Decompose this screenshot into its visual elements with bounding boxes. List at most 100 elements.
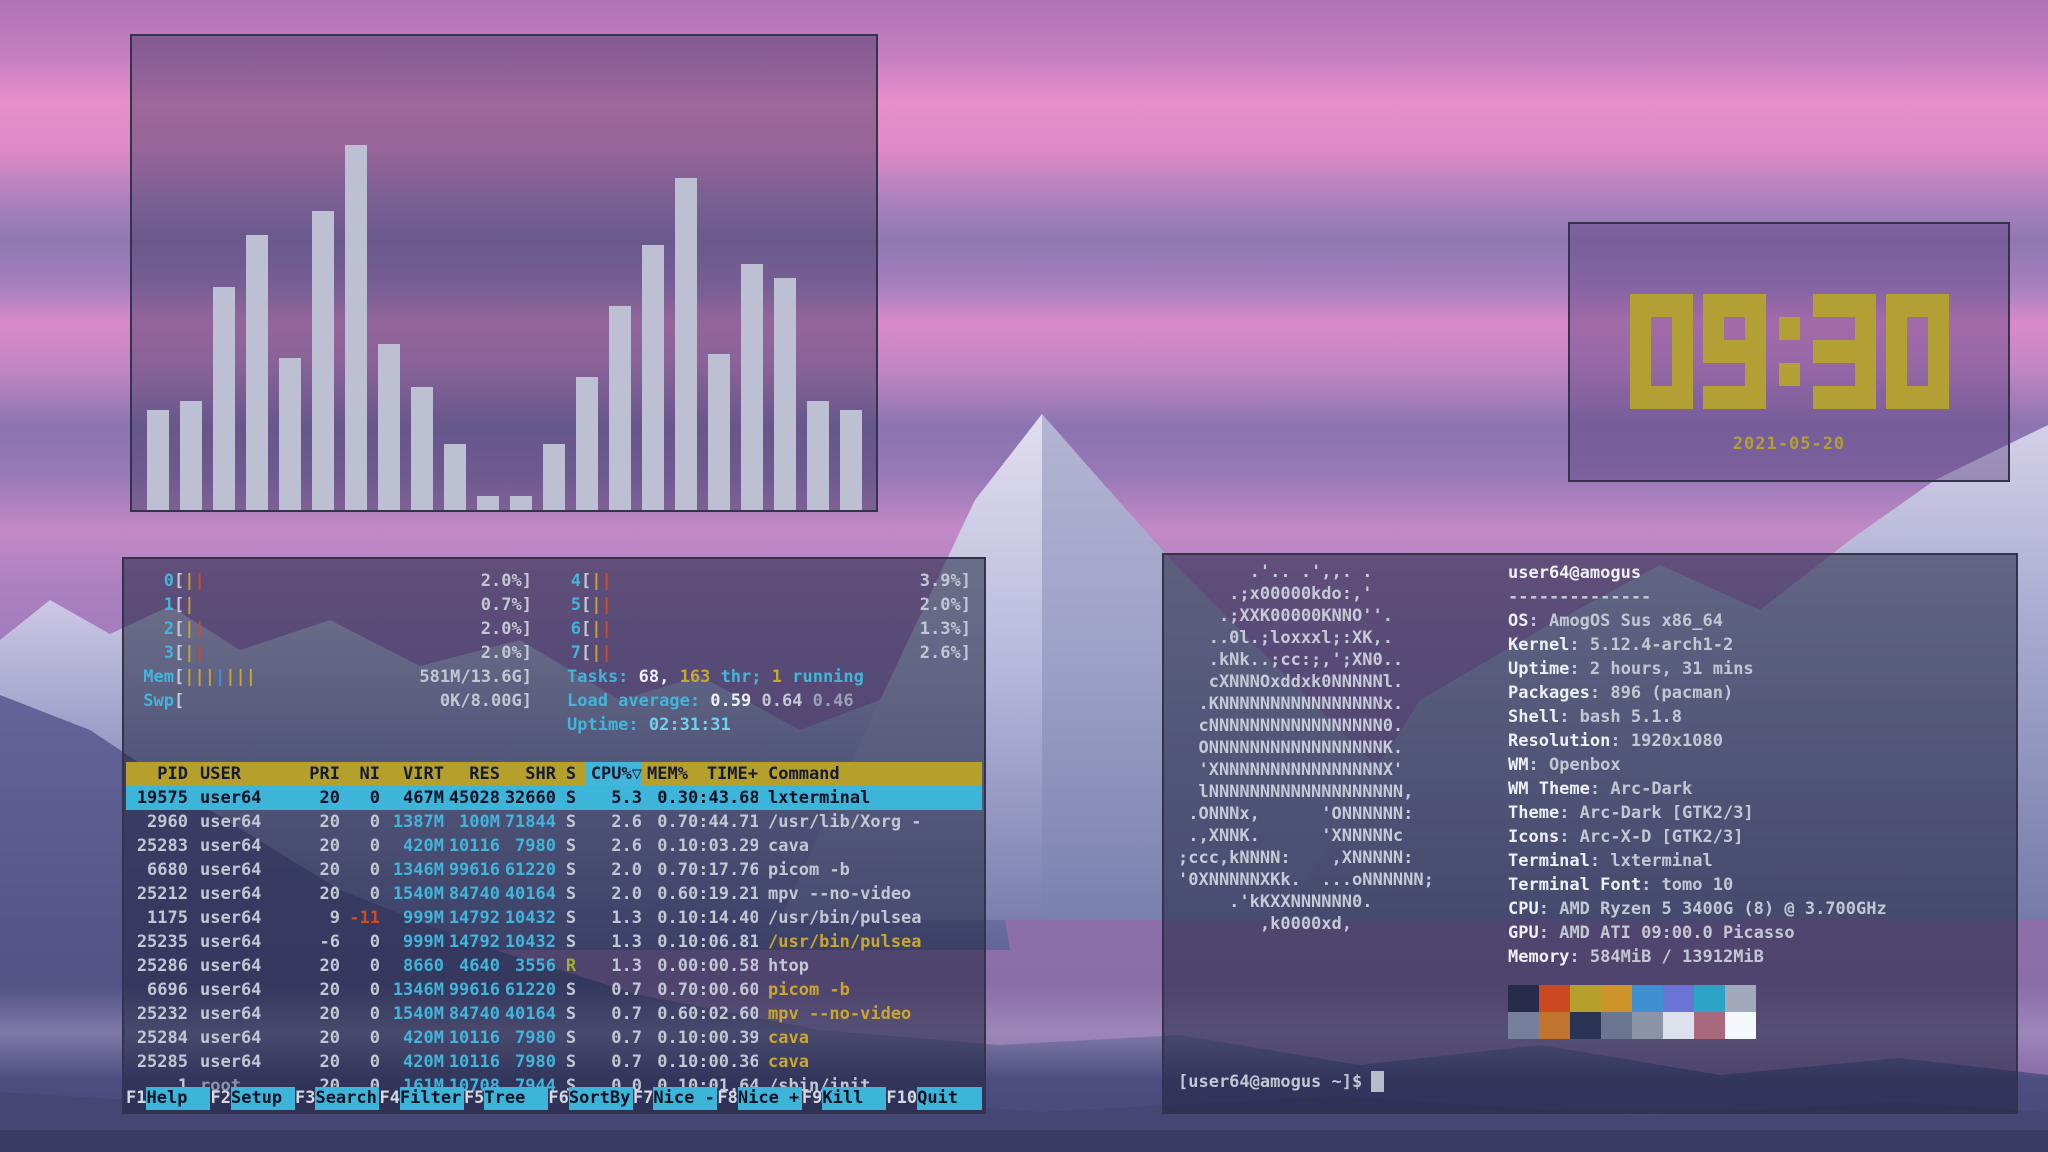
column-header-command[interactable]: Command <box>758 762 840 786</box>
process-row[interactable]: 19575user64200467M4502832660S5.30.30:43.… <box>126 786 982 810</box>
cpu-meter: 7[||2.6%] <box>567 641 971 665</box>
fkey-filter[interactable]: Filter <box>400 1087 464 1110</box>
clock-time <box>1570 294 2008 409</box>
text-segment: 163 <box>680 667 721 687</box>
meter-ticks: || <box>184 617 481 641</box>
cpu-meter: 0[||2.0%] <box>136 569 532 593</box>
clock-digit <box>1886 294 1949 409</box>
info-line: WM: Openbox <box>1508 753 1887 777</box>
text-segment: 1 <box>772 667 792 687</box>
cpu-meters-right: 4[||3.9%]5[||2.0%]6[||1.3%]7[||2.6%]Task… <box>567 569 971 737</box>
info-line: Terminal: lxterminal <box>1508 849 1887 873</box>
neofetch-title: user64@amogus <box>1508 561 1887 585</box>
column-header-mem%[interactable]: MEM% <box>642 762 688 786</box>
fkey-quit[interactable]: Quit <box>917 1087 982 1110</box>
column-header-user[interactable]: USER <box>188 762 296 786</box>
meter-label: 3 <box>136 641 174 665</box>
cava-window[interactable] <box>130 34 878 512</box>
fkey-kill[interactable]: Kill <box>822 1087 886 1110</box>
fkey-sortby[interactable]: SortBy <box>569 1087 633 1110</box>
ascii-logo: .'.. .',,. . .;x00000kdo:,' .;XXK00000KN… <box>1178 561 1434 935</box>
info-label: Resolution <box>1508 731 1610 751</box>
meter-label: 2 <box>136 617 174 641</box>
info-line: Resolution: 1920x1080 <box>1508 729 1887 753</box>
process-row[interactable]: 6696user642001346M9961661220S0.70.70:00.… <box>126 978 982 1002</box>
column-header-time+[interactable]: TIME+ <box>688 762 758 786</box>
htop-window[interactable]: 0[||2.0%]1[|0.7%]2[||2.0%]3[||2.0%]Mem[|… <box>122 557 986 1114</box>
meter-value: 2.6% <box>920 641 961 665</box>
palette-row <box>1508 985 1756 1012</box>
text-segment: 68, <box>639 667 680 687</box>
process-row[interactable]: 25235user64-60999M1479210432S1.30.10:06.… <box>126 930 982 954</box>
process-row[interactable]: 25283user64200420M101167980S2.60.10:03.2… <box>126 834 982 858</box>
column-header-pid[interactable]: PID <box>126 762 188 786</box>
info-value: 584MiB / 13912MiB <box>1590 947 1764 967</box>
palette-swatch <box>1725 985 1756 1012</box>
info-label: Kernel <box>1508 635 1569 655</box>
info-value: tomo 10 <box>1662 875 1734 895</box>
audio-visualizer <box>132 36 876 510</box>
cpu-meter: 5[||2.0%] <box>567 593 971 617</box>
process-row[interactable]: 2960user642001387M100M71844S2.60.70:44.7… <box>126 810 982 834</box>
info-label: CPU <box>1508 899 1539 919</box>
meter-ticks <box>184 689 440 713</box>
cpu-meter: Mem[|||||||581M/13.6G] <box>136 665 532 689</box>
meter-value: 0K/8.00G <box>440 689 522 713</box>
meter-value: 0.7% <box>481 593 522 617</box>
column-header-res[interactable]: RES <box>444 762 500 786</box>
fkey-nice--[interactable]: Nice - <box>653 1087 717 1110</box>
fkey-label: F5 <box>464 1087 484 1110</box>
fkey-search[interactable]: Search <box>315 1087 379 1110</box>
info-label: OS <box>1508 611 1528 631</box>
process-row[interactable]: 25212user642001540M8474040164S2.00.60:19… <box>126 882 982 906</box>
column-header-virt[interactable]: VIRT <box>380 762 444 786</box>
text-segment: Load average: <box>567 691 710 711</box>
info-line: Memory: 584MiB / 13912MiB <box>1508 945 1887 969</box>
info-value: lxterminal <box>1610 851 1712 871</box>
fkey-help[interactable]: Help <box>146 1087 210 1110</box>
clock-digit <box>1779 294 1800 409</box>
info-line: Shell: bash 5.1.8 <box>1508 705 1887 729</box>
palette-swatch <box>1663 1012 1694 1039</box>
info-label: WM Theme <box>1508 779 1590 799</box>
meter-label: 0 <box>136 569 174 593</box>
fkey-label: F3 <box>295 1087 315 1110</box>
clock-digit <box>1703 294 1766 409</box>
clock-widget: 2021-05-20 <box>1568 222 2010 482</box>
palette-swatch <box>1508 1012 1539 1039</box>
info-line: GPU: AMD ATI 09:00.0 Picasso <box>1508 921 1887 945</box>
fkey-tree[interactable]: Tree <box>484 1087 548 1110</box>
fkey-nice-+[interactable]: Nice + <box>738 1087 802 1110</box>
column-header-s[interactable]: S <box>556 762 586 786</box>
text-segment: 0.46 <box>813 691 854 711</box>
meter-label: 4 <box>567 569 581 593</box>
info-line: WM Theme: Arc-Dark <box>1508 777 1887 801</box>
fkey-setup[interactable]: Setup <box>231 1087 295 1110</box>
shell-prompt[interactable]: [user64@amogus ~]$ <box>1178 1071 1384 1092</box>
process-row[interactable]: 25285user64200420M101167980S0.70.10:00.3… <box>126 1050 982 1074</box>
meter-label: 7 <box>567 641 581 665</box>
column-header-cpu%[interactable]: CPU%▽ <box>586 762 642 786</box>
info-value: Openbox <box>1549 755 1621 775</box>
fkey-label: F9 <box>802 1087 822 1110</box>
info-value: Arc-X-D [GTK2/3] <box>1580 827 1744 847</box>
terminal-palette <box>1508 985 1756 1039</box>
column-header-ni[interactable]: NI <box>340 762 380 786</box>
meter-ticks: ||||||| <box>184 665 419 689</box>
process-row[interactable]: 25284user64200420M101167980S0.70.10:00.3… <box>126 1026 982 1050</box>
process-row[interactable]: 6680user642001346M9961661220S2.00.70:17.… <box>126 858 982 882</box>
audio-bar <box>444 444 466 510</box>
audio-bar <box>510 496 532 510</box>
column-header-shr[interactable]: SHR <box>500 762 556 786</box>
meter-label: 6 <box>567 617 581 641</box>
info-line: Uptime: 2 hours, 31 mins <box>1508 657 1887 681</box>
column-header-pri[interactable]: PRI <box>296 762 340 786</box>
cpu-meters-left: 0[||2.0%]1[|0.7%]2[||2.0%]3[||2.0%]Mem[|… <box>136 569 532 713</box>
cpu-meter: 2[||2.0%] <box>136 617 532 641</box>
process-row[interactable]: 25286user64200866046403556R1.30.00:00.58… <box>126 954 982 978</box>
process-row[interactable]: 1175user649-11999M1479210432S1.30.10:14.… <box>126 906 982 930</box>
cpu-meter: 4[||3.9%] <box>567 569 971 593</box>
audio-bar <box>807 401 829 510</box>
process-row[interactable]: 25232user642001540M8474040164S0.70.60:02… <box>126 1002 982 1026</box>
neofetch-window[interactable]: .'.. .',,. . .;x00000kdo:,' .;XXK00000KN… <box>1162 553 2018 1114</box>
